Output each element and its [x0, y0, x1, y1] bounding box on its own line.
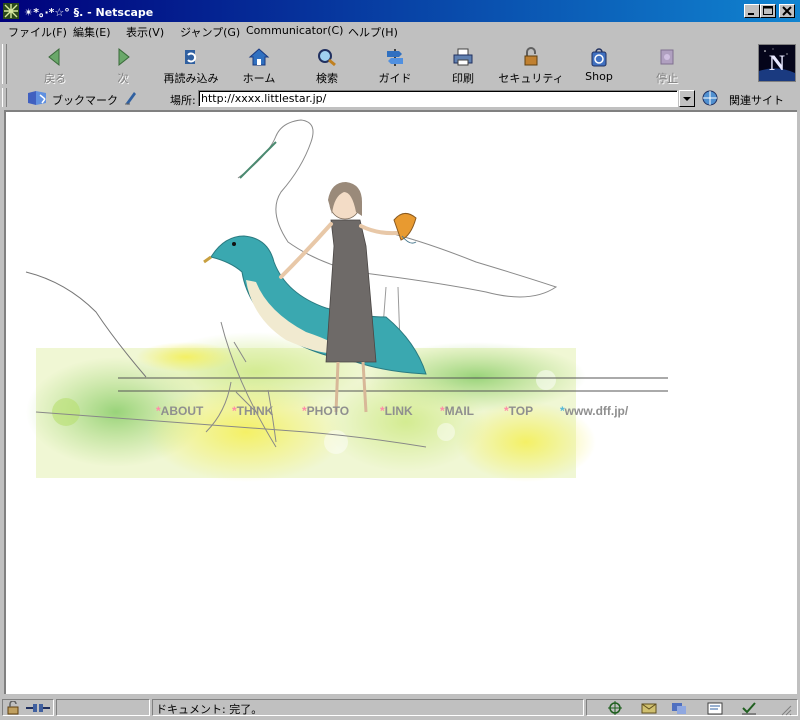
title-bar: ✴*。·*☆° §. - Netscape — [0, 0, 800, 22]
nav-about-link[interactable]: *ABOUT — [156, 404, 203, 418]
security-button[interactable]: セキュリティ — [498, 44, 564, 86]
print-label: 印刷 — [452, 72, 474, 85]
nav-think-label: THINK — [236, 404, 274, 418]
security-check-icon[interactable] — [740, 700, 758, 716]
nav-top-label: TOP — [508, 404, 534, 418]
minimize-button[interactable] — [744, 4, 760, 18]
navigator-component-icon[interactable] — [606, 700, 624, 716]
toolbar-grip[interactable] — [2, 44, 7, 84]
home-button[interactable]: ホーム — [226, 44, 292, 86]
forward-label: 次 — [117, 72, 129, 85]
related-sites-label[interactable]: 関連サイト — [729, 92, 784, 108]
resize-grip-icon[interactable] — [776, 700, 794, 716]
chevron-down-icon — [683, 97, 691, 101]
security-lock-icon[interactable] — [5, 701, 21, 715]
menu-bar: ファイル(F) 編集(E) 表示(V) ジャンプ(G) Communicator… — [0, 22, 800, 40]
online-plug-icon[interactable] — [25, 702, 51, 714]
related-sites-icon[interactable] — [700, 89, 722, 107]
close-icon — [782, 6, 792, 16]
nav-link-label: LINK — [384, 404, 413, 418]
nav-top-link[interactable]: *TOP — [504, 404, 533, 418]
newsgroup-component-icon[interactable] — [670, 700, 688, 716]
reload-icon — [185, 50, 197, 64]
maximize-button[interactable] — [760, 4, 776, 18]
menu-communicator[interactable]: Communicator(C) — [246, 24, 343, 37]
back-button[interactable]: 戻る — [22, 44, 88, 86]
back-label: 戻る — [44, 72, 66, 85]
location-bar-grip[interactable] — [2, 88, 7, 107]
menu-edit[interactable]: 編集(E) — [73, 24, 111, 40]
connection-panel — [2, 699, 54, 716]
stop-button[interactable]: 停止 — [634, 44, 700, 86]
shop-label: Shop — [585, 70, 613, 83]
header-illustration — [25, 119, 668, 482]
url-dropdown-button[interactable] — [679, 90, 695, 107]
shop-button[interactable]: Shop — [566, 44, 632, 86]
progress-panel — [56, 699, 150, 716]
url-input[interactable] — [198, 90, 678, 107]
back-arrow-icon — [48, 47, 60, 67]
maximize-icon — [763, 6, 773, 15]
nav-photo-link[interactable]: *PHOTO — [302, 404, 349, 418]
print-button[interactable]: 印刷 — [430, 44, 496, 86]
reload-button[interactable]: 再読み込み — [158, 44, 224, 86]
search-icon — [318, 49, 336, 67]
guide-signpost-icon — [387, 49, 403, 66]
netscape-n-icon: N — [759, 45, 795, 81]
stop-label: 停止 — [656, 72, 678, 85]
search-button[interactable]: 検索 — [294, 44, 360, 86]
guide-button[interactable]: ガイド — [362, 44, 428, 86]
home-icon — [248, 48, 270, 66]
mail-component-icon[interactable] — [640, 700, 658, 716]
stop-icon — [660, 49, 674, 65]
composer-component-icon[interactable] — [706, 700, 724, 716]
guide-label: ガイド — [378, 72, 412, 85]
forward-arrow-icon — [118, 47, 130, 67]
shop-bag-icon — [591, 48, 607, 67]
minimize-icon — [748, 13, 754, 15]
navigation-toolbar: 戻る 次 再読み込み ホーム 検索 ガイド 印刷 セキュリティ Shop 停止 — [0, 42, 800, 88]
nav-about-label: ABOUT — [160, 404, 204, 418]
page-content: *ABOUT *THINK *PHOTO *LINK *MAIL *TOP *w… — [4, 110, 797, 694]
location-bar: ブックマーク 場所: 関連サイト — [0, 88, 800, 109]
menu-go[interactable]: ジャンプ(G) — [180, 24, 240, 40]
search-label: 検索 — [316, 72, 338, 85]
security-label: セキュリティ — [498, 72, 564, 85]
nav-external-link[interactable]: *www.dff.jp/ — [560, 404, 628, 418]
page-proxy-icon[interactable] — [122, 89, 140, 107]
home-label: ホーム — [242, 72, 276, 85]
forward-button[interactable]: 次 — [90, 44, 156, 86]
menu-help[interactable]: ヘルプ(H) — [348, 24, 398, 40]
status-bar: ドキュメント: 完了。 — [0, 697, 800, 720]
status-message: ドキュメント: 完了。 — [156, 703, 263, 716]
bookmark-icon[interactable] — [26, 89, 50, 107]
nav-external-label: www.dff.jp/ — [564, 404, 629, 418]
location-label: 場所: — [170, 94, 196, 107]
bookmarks-label[interactable]: ブックマーク — [52, 92, 118, 108]
netscape-window-icon[interactable] — [3, 3, 19, 19]
menu-view[interactable]: 表示(V) — [126, 24, 164, 40]
printer-icon — [453, 48, 473, 66]
lock-icon — [524, 47, 538, 66]
close-button[interactable] — [779, 4, 795, 18]
svg-text:N: N — [769, 50, 785, 75]
nav-think-link[interactable]: *THINK — [232, 404, 273, 418]
nav-mail-link[interactable]: *MAIL — [440, 404, 474, 418]
nav-mail-label: MAIL — [444, 404, 474, 418]
window-title: ✴*。·*☆° §. - Netscape — [24, 6, 154, 19]
netscape-logo[interactable]: N — [758, 44, 796, 82]
nav-link-link[interactable]: *LINK — [380, 404, 413, 418]
nav-photo-label: PHOTO — [306, 404, 350, 418]
reload-label: 再読み込み — [163, 72, 219, 85]
menu-file[interactable]: ファイル(F) — [8, 24, 67, 40]
